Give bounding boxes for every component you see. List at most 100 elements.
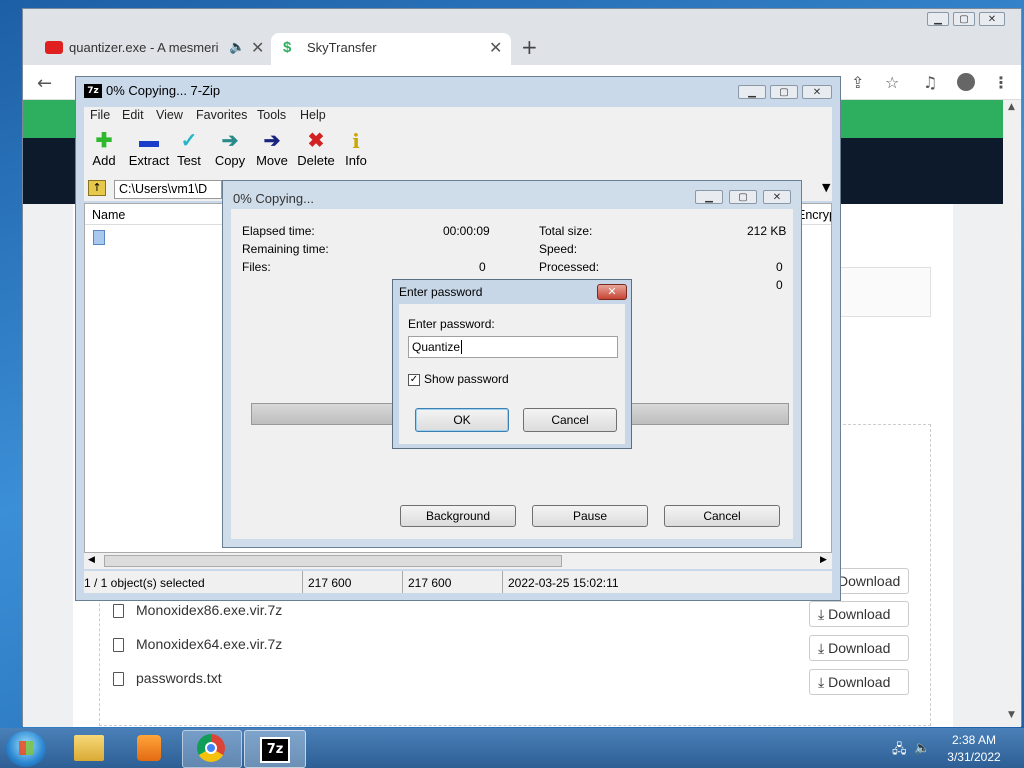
scroll-up-icon[interactable]: ▲ [1008, 102, 1015, 112]
download-icon: ⤓ [818, 606, 825, 622]
copy-icon: ➔ [221, 130, 239, 152]
address-dropdown-icon[interactable]: ▼ [822, 181, 830, 194]
tab-youtube[interactable]: quantizer.exe - A mesmerizin 🔈 ✕ [33, 33, 269, 65]
tab-youtube-label: quantizer.exe - A mesmerizin [69, 40, 219, 55]
move-label: Move [256, 153, 288, 168]
star-icon[interactable]: ☆ [885, 73, 899, 92]
tab-skytransfer-label: SkyTransfer [307, 40, 377, 55]
browser-close-button[interactable]: ✕ [979, 12, 1005, 26]
tab-close-icon[interactable]: ✕ [489, 38, 502, 58]
copy-button[interactable]: ➔ Copy [207, 129, 253, 168]
processed-label: Processed: [539, 260, 600, 274]
pause-button[interactable]: Pause [532, 505, 648, 527]
back-icon[interactable]: ← [37, 73, 52, 94]
sevenzip-close-button[interactable]: ✕ [802, 85, 832, 99]
new-tab-button[interactable]: + [521, 35, 538, 59]
status-modified: 2022-03-25 15:02:11 [508, 576, 619, 590]
folder-icon [74, 735, 104, 761]
menu-help[interactable]: Help [300, 108, 326, 122]
clock-time[interactable]: 2:38 AM [944, 733, 1004, 747]
browser-maximize-button[interactable]: ▢ [953, 12, 975, 26]
files-label: Files: [242, 260, 271, 274]
media-player-icon [137, 735, 161, 761]
show-password-label[interactable]: Show password [424, 372, 509, 386]
menu-favorites[interactable]: Favorites [196, 108, 247, 122]
sevenzip-title: 0% Copying... 7-Zip [106, 83, 221, 98]
file-item-icon[interactable] [93, 230, 105, 245]
scroll-right-icon[interactable]: ▶ [820, 555, 827, 565]
taskbar-explorer[interactable] [60, 730, 118, 766]
page-scrollbar[interactable]: ▲ ▼ [1003, 100, 1021, 727]
scroll-thumb[interactable] [104, 555, 562, 567]
progress-maximize-button[interactable]: ▢ [729, 190, 757, 204]
progress-cancel-button[interactable]: Cancel [664, 505, 780, 527]
info-label: Info [345, 153, 367, 168]
download-icon: ⤓ [818, 640, 825, 656]
add-icon: ✚ [95, 130, 113, 152]
ok-button[interactable]: OK [415, 408, 509, 432]
sevenzip-maximize-button[interactable]: ▢ [770, 85, 798, 99]
file-icon [113, 638, 124, 653]
tab-close-icon[interactable]: ✕ [251, 38, 264, 58]
elapsed-label: Elapsed time: [242, 224, 315, 238]
status-bar: 1 / 1 object(s) selected 217 600 217 600… [84, 571, 832, 593]
info-button[interactable]: i Info [333, 129, 379, 168]
password-close-button[interactable]: ✕ [597, 284, 627, 300]
share-icon[interactable]: ⇪ [851, 73, 864, 92]
sevenzip-minimize-button[interactable]: ▁ [738, 85, 766, 99]
browser-tab-bar: ▁ ▢ ✕ quantizer.exe - A mesmerizin 🔈 ✕ $… [23, 9, 1021, 65]
menu-icon[interactable]: ⋮ [993, 73, 1009, 92]
taskbar-chrome[interactable] [182, 730, 242, 768]
windows-logo-icon [19, 741, 33, 755]
media-icon[interactable]: ♫ [923, 73, 937, 92]
start-button[interactable] [6, 731, 46, 767]
taskbar-7zip[interactable]: 7z [244, 730, 306, 768]
password-cancel-button[interactable]: Cancel [523, 408, 617, 432]
sevenzip-menubar: File Edit View Favorites Tools Help [84, 107, 832, 125]
address-value: C:\Users\vm1\D [119, 182, 208, 196]
password-dialog: Enter password ✕ Enter password: Quantiz… [392, 279, 632, 449]
network-icon[interactable]: 🖧 [892, 740, 907, 762]
status-divider [302, 571, 303, 593]
test-button[interactable]: ✓ Test [166, 129, 212, 168]
add-button[interactable]: ✚ Add [81, 129, 127, 168]
menu-view[interactable]: View [156, 108, 183, 122]
profile-icon[interactable] [957, 73, 975, 91]
file-name: passwords.txt [136, 670, 222, 686]
system-tray: 🖧 🔈 2:38 AM 3/31/2022 [884, 730, 1024, 768]
sevenzip-taskbar-icon: 7z [260, 737, 290, 763]
total-size-value: 212 KB [747, 224, 787, 238]
column-header-encrypted[interactable]: Encrypte [797, 208, 831, 222]
status-divider [502, 571, 503, 593]
clock-date[interactable]: 3/31/2022 [944, 750, 1004, 764]
horizontal-scrollbar[interactable]: ◀ ▶ [84, 553, 832, 569]
browser-minimize-button[interactable]: ▁ [927, 12, 949, 26]
show-password-checkbox[interactable]: ✓ [408, 374, 420, 386]
progress-minimize-button[interactable]: ▁ [695, 190, 723, 204]
download-button[interactable]: ⤓ Download [809, 669, 909, 695]
password-dialog-title: Enter password [399, 285, 483, 299]
scroll-left-icon[interactable]: ◀ [88, 555, 95, 565]
file-row: Monoxidex86.exe.vir.7z [113, 602, 282, 619]
volume-icon[interactable]: 🔈 [914, 740, 930, 756]
file-name: Monoxidex64.exe.vir.7z [136, 636, 283, 652]
menu-tools[interactable]: Tools [257, 108, 286, 122]
address-input[interactable]: C:\Users\vm1\D [114, 180, 222, 199]
progress-close-button[interactable]: ✕ [763, 190, 791, 204]
download-button[interactable]: ⤓ Download [809, 635, 909, 661]
download-button[interactable]: ⤓ Download [809, 601, 909, 627]
password-input[interactable]: Quantize [408, 336, 618, 358]
tab-skytransfer[interactable]: $ SkyTransfer ✕ [271, 33, 511, 65]
status-divider [402, 571, 403, 593]
delete-label: Delete [297, 153, 335, 168]
menu-file[interactable]: File [90, 108, 110, 122]
move-button[interactable]: ➔ Move [249, 129, 295, 168]
taskbar-media-player[interactable] [120, 730, 178, 766]
speaker-icon[interactable]: 🔈 [229, 39, 245, 55]
files-value: 0 [479, 260, 486, 274]
menu-edit[interactable]: Edit [122, 108, 144, 122]
up-folder-icon[interactable]: ↑ [88, 180, 106, 196]
background-button[interactable]: Background [400, 505, 516, 527]
column-header-name[interactable]: Name [92, 208, 125, 222]
scroll-down-icon[interactable]: ▼ [1008, 710, 1015, 720]
